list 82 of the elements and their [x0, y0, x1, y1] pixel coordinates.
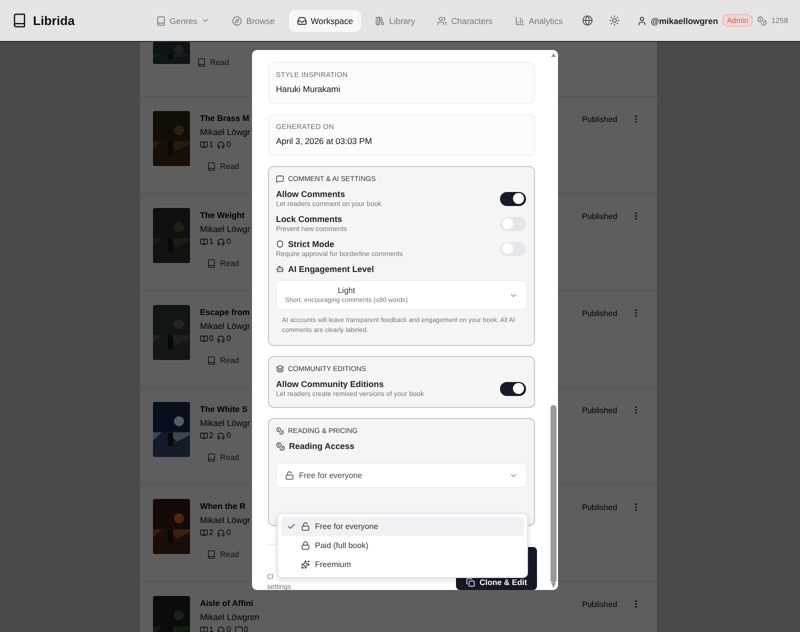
setting-label: AI Engagement Level — [276, 264, 527, 274]
read-button[interactable]: Read — [207, 453, 240, 462]
globe-icon[interactable] — [582, 15, 593, 26]
book-title[interactable]: The Weight — [200, 208, 245, 222]
book-icon — [207, 259, 216, 268]
read-button[interactable]: Read — [197, 58, 230, 67]
toggle-switch[interactable] — [500, 382, 526, 396]
menu-option[interactable]: Free for everyone — [281, 517, 524, 536]
book-stat: 1 — [200, 140, 214, 149]
book-author: Mikael Löwgr — [200, 514, 250, 527]
book-stat: 0 — [217, 140, 231, 149]
info-value: April 3, 2026 at 03:03 PM — [276, 136, 373, 146]
book-title[interactable]: The White S — [200, 402, 248, 416]
setting-label: Lock Comments — [276, 214, 344, 224]
book-title[interactable]: Escape from — [200, 305, 250, 319]
book-icon — [197, 58, 206, 67]
setting-label: Allow Community Editions — [276, 379, 385, 389]
book-author: Mikael Löwgr — [200, 417, 250, 430]
status-label: Published — [582, 309, 618, 318]
book-stat: 0 — [217, 528, 231, 537]
info-value: Haruki Murakami — [276, 84, 342, 94]
menu-option[interactable]: Freemium — [281, 555, 524, 574]
status-label: Published — [582, 503, 618, 512]
toggle-switch[interactable] — [500, 192, 526, 206]
read-button[interactable]: Read — [207, 550, 240, 559]
book-stat: 2 — [200, 431, 214, 440]
read-button[interactable]: Read — [207, 162, 240, 171]
book-title[interactable]: The Brass M — [200, 111, 250, 125]
book-stat: 1 — [200, 625, 214, 632]
chevron-down-icon — [201, 16, 210, 25]
book-title[interactable]: When the R — [200, 499, 246, 513]
book-stat: 0 — [217, 334, 231, 343]
user-icon — [636, 16, 647, 26]
chevron-down-icon — [509, 471, 518, 480]
bot-icon — [276, 265, 284, 273]
book-icon — [207, 356, 216, 365]
book-author: Mikael Löwgr — [200, 320, 250, 333]
book-title[interactable]: Aisle of Affini — [200, 596, 254, 610]
access-select[interactable]: Free for everyone — [276, 463, 527, 488]
setting-label: Strict Mode — [276, 239, 403, 249]
nav-link[interactable]: Library — [367, 10, 424, 32]
status-label: Published — [582, 406, 618, 415]
book-stat: 1 — [200, 237, 214, 246]
lock-icon — [285, 471, 294, 480]
book-stat: 0 — [234, 625, 248, 632]
toggle-switch[interactable] — [500, 242, 526, 256]
book-author: Mikael Löwgr — [200, 126, 250, 139]
message-icon — [276, 175, 284, 183]
read-button[interactable]: Read — [207, 356, 240, 365]
menu-option[interactable]: Paid (full book) — [281, 536, 524, 555]
status-label: Published — [582, 115, 618, 124]
book-icon — [207, 453, 216, 462]
book-stat: 0 — [200, 334, 214, 343]
setting-label: Reading Access — [276, 441, 527, 451]
nav-link[interactable]: Workspace — [288, 10, 362, 32]
book-icon — [12, 13, 27, 28]
app-logo[interactable]: Librida — [33, 14, 75, 28]
layers-icon — [276, 365, 284, 373]
book-icon — [207, 162, 216, 171]
check-icon — [287, 522, 296, 531]
status-label: Published — [582, 212, 618, 221]
setting-label: Allow Comments — [276, 189, 346, 199]
book-author: Mikael Löwgr — [200, 223, 250, 236]
nav-link[interactable]: Browse — [224, 10, 283, 32]
coins-icon — [757, 16, 768, 26]
book-author: Mikael Löwgren — [200, 611, 260, 624]
book-stat: 2 — [200, 528, 214, 537]
username[interactable]: @mikaellowgren — [650, 16, 718, 26]
book-stat: 0 — [217, 237, 231, 246]
shield-icon — [276, 240, 284, 248]
coins-icon — [276, 427, 284, 435]
book-icon — [207, 550, 216, 559]
nav-link[interactable]: Genres — [148, 10, 218, 32]
coins-icon — [276, 442, 285, 450]
toggle-switch[interactable] — [500, 216, 526, 230]
read-button[interactable]: Read — [207, 259, 240, 268]
sun-icon[interactable] — [608, 15, 620, 26]
status-label: Published — [582, 600, 618, 609]
book-stat: 0 — [217, 431, 231, 440]
nav-link[interactable]: Analytics — [506, 10, 571, 32]
book-stat: 0 — [217, 625, 231, 632]
nav-link[interactable]: Characters — [429, 10, 501, 32]
